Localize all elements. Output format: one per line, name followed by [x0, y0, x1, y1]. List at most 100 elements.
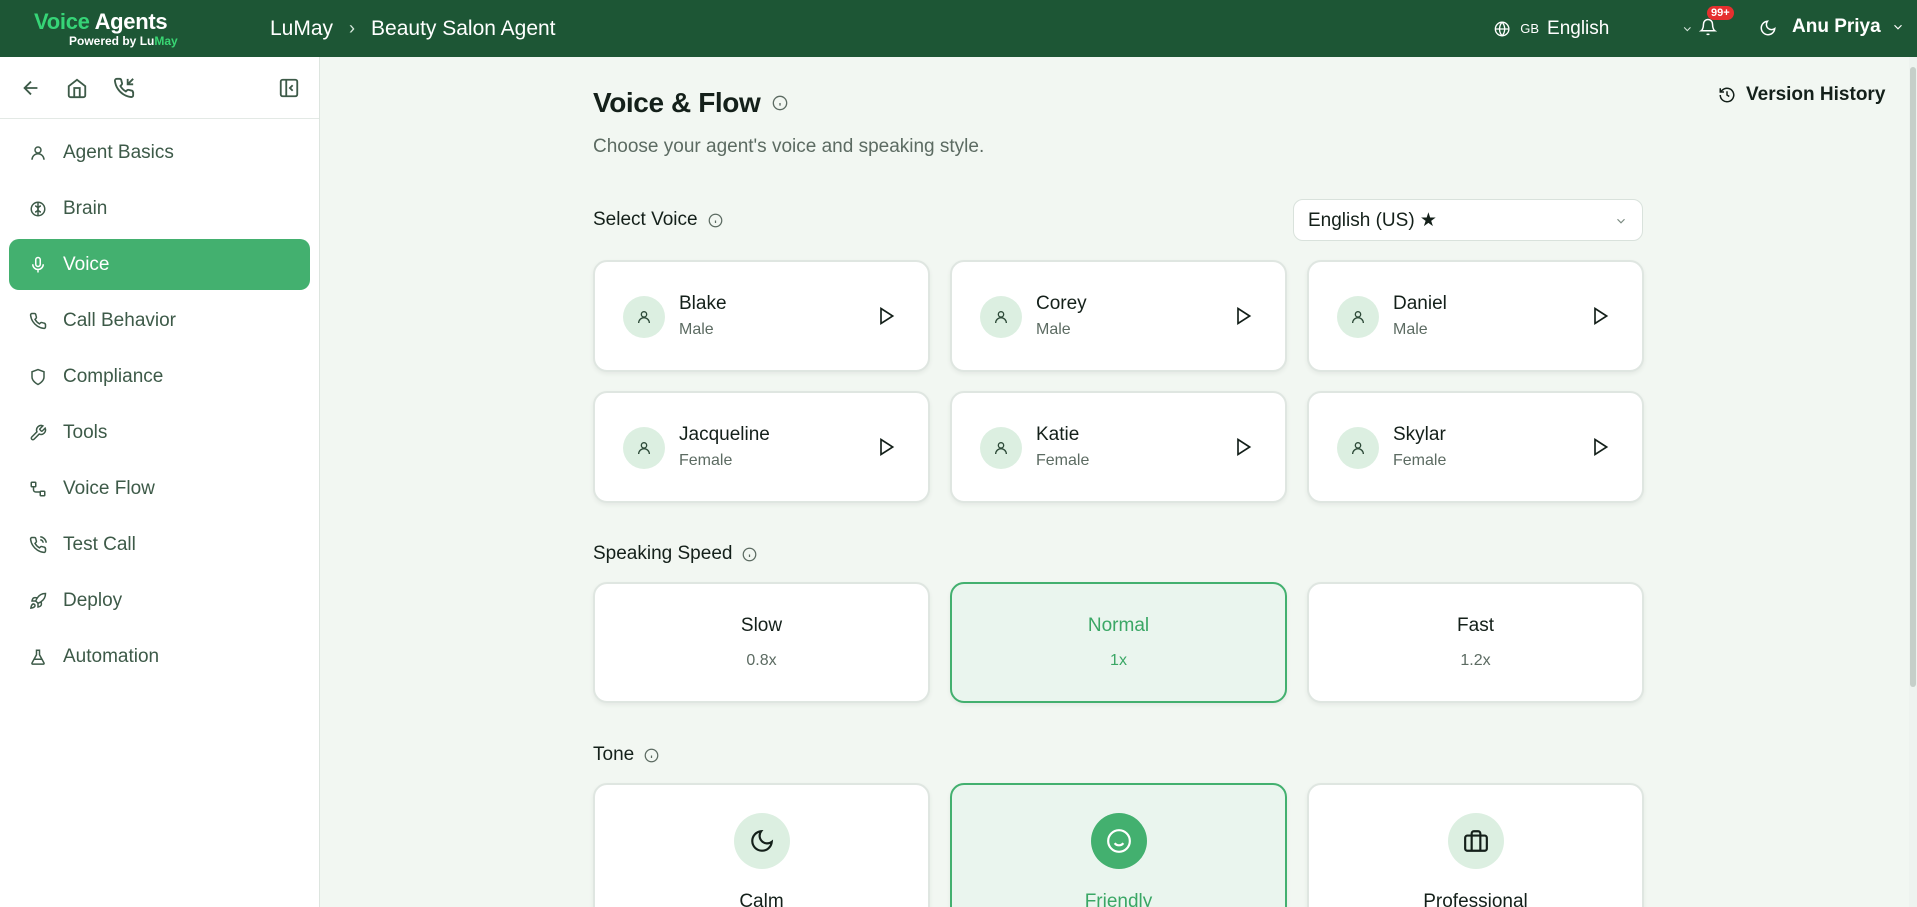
voice-gender: Male: [1393, 321, 1428, 338]
voice-name: Corey: [1036, 293, 1087, 314]
play-icon[interactable]: [1590, 437, 1610, 457]
page-subtitle: Choose your agent's voice and speaking s…: [593, 136, 985, 157]
voice-card-corey[interactable]: Corey Male: [950, 260, 1287, 372]
sidebar-item-call-behavior[interactable]: Call Behavior: [9, 295, 310, 346]
sidebar-item-label: Deploy: [63, 589, 123, 611]
sidebar-item-label: Voice: [63, 253, 110, 275]
flow-icon: [30, 481, 46, 496]
sidebar-item-automation[interactable]: Automation: [9, 631, 310, 682]
phone-icon: [29, 312, 47, 329]
breadcrumb-org[interactable]: LuMay: [270, 17, 333, 41]
sidebar-item-voice[interactable]: Voice: [9, 239, 310, 290]
speed-option-fast[interactable]: Fast 1.2x: [1307, 582, 1644, 703]
notification-badge: 99+: [1707, 6, 1734, 20]
sidebar-item-voice-flow[interactable]: Voice Flow: [9, 463, 310, 514]
breadcrumb: LuMay › Beauty Salon Agent: [270, 0, 556, 57]
sidebar-item-deploy[interactable]: Deploy: [9, 575, 310, 626]
user-icon: [31, 145, 45, 160]
play-icon[interactable]: [876, 306, 896, 326]
sidebar-item-tools[interactable]: Tools: [9, 407, 310, 458]
sidebar-item-compliance[interactable]: Compliance: [9, 351, 310, 402]
brand-sub-a: Powered by: [69, 34, 140, 48]
shield-icon: [31, 368, 45, 385]
tone-option-calm[interactable]: Calm: [593, 783, 930, 907]
wrench-icon: [30, 424, 47, 440]
briefcase-icon: [1464, 830, 1488, 852]
brand-logo[interactable]: Voice Agents Powered by LuMay: [34, 10, 194, 49]
rocket-icon: [29, 592, 47, 609]
sidebar: Agent Basics Brain Voice Call Behavior C…: [0, 57, 320, 907]
info-icon[interactable]: [742, 547, 757, 562]
phone-call-icon: [29, 535, 47, 553]
info-icon[interactable]: [708, 213, 723, 228]
voice-card-jacqueline[interactable]: Jacqueline Female: [593, 391, 930, 503]
scrollbar[interactable]: [1909, 57, 1917, 907]
sidebar-item-agent-basics[interactable]: Agent Basics: [9, 127, 310, 178]
speed-value: 0.8x: [746, 652, 777, 669]
avatar: [980, 427, 1022, 469]
chevron-down-icon: [1617, 218, 1625, 224]
avatar: [623, 296, 665, 338]
speed-label: Fast: [1457, 615, 1494, 636]
flask-icon: [31, 649, 45, 665]
sidebar-item-label: Call Behavior: [63, 309, 176, 331]
avatar: [980, 296, 1022, 338]
home-icon: [67, 78, 87, 99]
tone-label: Tone: [593, 744, 635, 765]
moon-icon: [751, 829, 774, 852]
back-button[interactable]: [20, 77, 42, 104]
user-icon: [1352, 311, 1364, 324]
voice-gender: Male: [679, 321, 714, 338]
speed-value: 1x: [1110, 652, 1127, 669]
voice-card-blake[interactable]: Blake Male: [593, 260, 930, 372]
play-icon[interactable]: [1590, 306, 1610, 326]
speed-option-normal[interactable]: Normal 1x: [950, 582, 1287, 703]
calls-button[interactable]: [113, 77, 135, 104]
speed-value: 1.2x: [1460, 652, 1491, 669]
play-icon[interactable]: [1233, 437, 1253, 457]
voice-language-select[interactable]: English (US) ★: [1293, 199, 1643, 241]
info-icon[interactable]: [772, 95, 788, 111]
phone-incoming-icon: [114, 77, 135, 98]
voice-name: Blake: [679, 293, 727, 314]
sidebar-nav: Agent Basics Brain Voice Call Behavior C…: [0, 119, 319, 682]
voice-card-daniel[interactable]: Daniel Male: [1307, 260, 1644, 372]
user-icon: [995, 442, 1007, 455]
sidebar-item-label: Agent Basics: [63, 141, 174, 163]
chevron-down-icon: [1893, 24, 1902, 30]
panel-collapse-icon: [279, 78, 299, 98]
collapse-sidebar-button[interactable]: [278, 77, 300, 104]
version-history-button[interactable]: Version History: [1718, 84, 1885, 106]
home-button[interactable]: [66, 77, 88, 104]
speed-label: Normal: [1087, 615, 1150, 636]
tone-option-friendly[interactable]: Friendly: [950, 783, 1287, 907]
sidebar-item-label: Voice Flow: [63, 477, 155, 499]
play-icon[interactable]: [876, 437, 896, 457]
speaking-speed-label: Speaking Speed: [593, 543, 733, 564]
voice-name: Daniel: [1393, 293, 1447, 314]
voice-gender: Male: [1036, 321, 1071, 338]
language-selector[interactable]: GB English: [1494, 18, 1694, 40]
tone-option-label: Calm: [739, 891, 784, 907]
speed-label: Slow: [740, 615, 783, 636]
voice-gender: Female: [1036, 452, 1090, 469]
scrollbar-thumb[interactable]: [1910, 67, 1916, 687]
voice-card-skylar[interactable]: Skylar Female: [1307, 391, 1644, 503]
user-menu[interactable]: Anu Priya: [1792, 16, 1917, 38]
voice-card-katie[interactable]: Katie Female: [950, 391, 1287, 503]
theme-toggle[interactable]: [1759, 19, 1777, 42]
tone-option-professional[interactable]: Professional: [1307, 783, 1644, 907]
sidebar-item-test-call[interactable]: Test Call: [9, 519, 310, 570]
mic-icon: [32, 256, 44, 272]
breadcrumb-agent: Beauty Salon Agent: [371, 16, 556, 40]
notifications-button[interactable]: 99+: [1698, 6, 1734, 42]
language-label: English: [1547, 17, 1610, 39]
avatar: [623, 427, 665, 469]
history-icon: [1719, 87, 1735, 103]
globe-icon: [1494, 21, 1510, 36]
sidebar-item-brain[interactable]: Brain: [9, 183, 310, 234]
speed-option-slow[interactable]: Slow 0.8x: [593, 582, 930, 703]
select-voice-label: Select Voice: [593, 209, 698, 230]
play-icon[interactable]: [1233, 306, 1253, 326]
info-icon[interactable]: [644, 748, 659, 763]
